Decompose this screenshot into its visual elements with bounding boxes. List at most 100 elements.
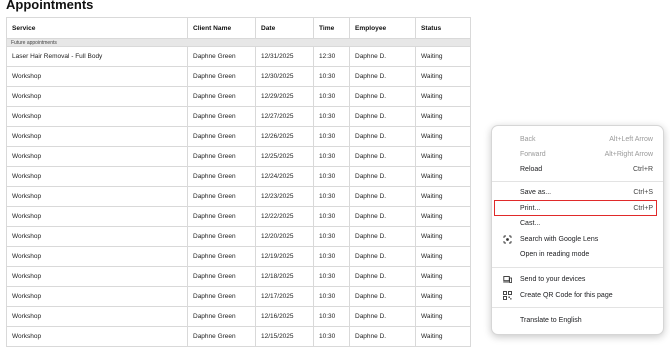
cell-time: 10:30 <box>313 186 350 207</box>
cell-employee: Daphne D. <box>349 286 416 307</box>
cell-client-name: Daphne Green <box>187 106 256 127</box>
cell-client-name: Daphne Green <box>187 86 256 107</box>
cell-employee: Daphne D. <box>349 166 416 187</box>
menu-item-search-google-lens[interactable]: Search with Google Lens <box>492 232 663 247</box>
cell-status: Waiting <box>415 266 471 287</box>
menu-item-label: Send to your devices <box>520 276 586 283</box>
cell-status: Waiting <box>415 126 471 147</box>
menu-separator <box>492 181 663 182</box>
cell-time: 10:30 <box>313 106 350 127</box>
cell-date: 12/30/2025 <box>255 66 314 87</box>
cell-client-name: Daphne Green <box>187 66 256 87</box>
cell-service: Laser Hair Removal - Full Body <box>6 46 188 67</box>
cell-date: 12/23/2025 <box>255 186 314 207</box>
table-row[interactable]: Laser Hair Removal - Full Body Daphne Gre… <box>6 46 471 67</box>
cell-time: 10:30 <box>313 126 350 147</box>
cell-employee: Daphne D. <box>349 86 416 107</box>
column-header-time[interactable]: Time <box>313 17 350 39</box>
cell-date: 12/17/2025 <box>255 286 314 307</box>
cell-status: Waiting <box>415 106 471 127</box>
menu-item-label: Translate to English <box>520 317 582 324</box>
menu-item-label: Save as... <box>520 189 552 196</box>
cell-time: 10:30 <box>313 246 350 267</box>
cell-date: 12/24/2025 <box>255 166 314 187</box>
cell-employee: Daphne D. <box>349 46 416 67</box>
page-title: Appointments <box>6 0 94 12</box>
column-header-service[interactable]: Service <box>6 17 188 39</box>
cell-date: 12/31/2025 <box>255 46 314 67</box>
table-row[interactable]: Workshop Daphne Green 12/18/2025 10:30 Daphn… <box>6 266 471 287</box>
menu-item-label: Cast... <box>520 220 541 227</box>
table-row[interactable]: Workshop Daphne Green 12/26/2025 10:30 Daphn… <box>6 126 471 147</box>
cell-employee: Daphne D. <box>349 266 416 287</box>
cell-client-name: Daphne Green <box>187 266 256 287</box>
cell-client-name: Daphne Green <box>187 126 256 147</box>
cell-client-name: Daphne Green <box>187 226 256 247</box>
menu-item-reading-mode[interactable]: Open in reading mode <box>492 247 663 262</box>
cell-status: Waiting <box>415 146 471 167</box>
table-row[interactable]: Workshop Daphne Green 12/23/2025 10:30 Daphn… <box>6 186 471 207</box>
cell-status: Waiting <box>415 86 471 107</box>
table-row[interactable]: Workshop Daphne Green 12/30/2025 10:30 Daphn… <box>6 66 471 87</box>
cell-client-name: Daphne Green <box>187 186 256 207</box>
table-row[interactable]: Workshop Daphne Green 12/20/2025 10:30 Daphn… <box>6 226 471 247</box>
menu-item-back[interactable]: Back Alt+Left Arrow <box>492 132 663 147</box>
cell-time: 10:30 <box>313 266 350 287</box>
table-row[interactable]: Workshop Daphne Green 12/29/2025 10:30 Daphn… <box>6 86 471 107</box>
cell-date: 12/27/2025 <box>255 106 314 127</box>
cell-service: Workshop <box>6 86 188 107</box>
cell-employee: Daphne D. <box>349 126 416 147</box>
cell-status: Waiting <box>415 46 471 67</box>
menu-item-save-as[interactable]: Save as... Ctrl+S <box>492 185 663 200</box>
cell-service: Workshop <box>6 166 188 187</box>
column-header-date[interactable]: Date <box>255 17 314 39</box>
table-header-row: Service Client Name Date Time Employee S… <box>6 17 471 39</box>
cell-service: Workshop <box>6 106 188 127</box>
menu-item-cast[interactable]: Cast... <box>492 216 663 231</box>
qr-code-icon <box>503 291 512 300</box>
cell-date: 12/29/2025 <box>255 86 314 107</box>
cell-employee: Daphne D. <box>349 186 416 207</box>
group-row-future: Future appointments <box>6 38 471 47</box>
cell-employee: Daphne D. <box>349 306 416 327</box>
column-header-status[interactable]: Status <box>415 17 471 39</box>
menu-item-shortcut: Alt+Left Arrow <box>609 136 653 143</box>
table-row[interactable]: Workshop Daphne Green 12/25/2025 10:30 Daphn… <box>6 146 471 167</box>
cell-status: Waiting <box>415 206 471 227</box>
cell-time: 10:30 <box>313 86 350 107</box>
cell-time: 10:30 <box>313 306 350 327</box>
cell-employee: Daphne D. <box>349 66 416 87</box>
cell-service: Workshop <box>6 206 188 227</box>
menu-separator <box>492 267 663 268</box>
column-header-employee[interactable]: Employee <box>349 17 416 39</box>
menu-item-qr-code[interactable]: Create QR Code for this page <box>492 288 663 303</box>
menu-item-label: Back <box>520 136 536 143</box>
menu-item-translate[interactable]: Translate to English <box>492 313 663 328</box>
menu-item-send-to-devices[interactable]: Send to your devices <box>492 272 663 287</box>
menu-item-label: Search with Google Lens <box>520 236 599 243</box>
menu-item-shortcut: Ctrl+R <box>632 166 653 173</box>
cell-status: Waiting <box>415 286 471 307</box>
cell-service: Workshop <box>6 266 188 287</box>
cell-employee: Daphne D. <box>349 206 416 227</box>
table-row[interactable]: Workshop Daphne Green 12/24/2025 10:30 Daphn… <box>6 166 471 187</box>
group-label: Future appointments <box>6 38 471 47</box>
menu-separator <box>492 307 663 308</box>
cell-time: 10:30 <box>313 66 350 87</box>
cell-time: 10:30 <box>313 226 350 247</box>
table-row[interactable]: Workshop Daphne Green 12/22/2025 10:30 Daphn… <box>6 206 471 227</box>
menu-item-forward[interactable]: Forward Alt+Right Arrow <box>492 147 663 162</box>
cell-service: Workshop <box>6 226 188 247</box>
table-row[interactable]: Workshop Daphne Green 12/19/2025 10:30 Daphn… <box>6 246 471 267</box>
laptop-phone-icon <box>503 275 512 284</box>
cell-time: 10:30 <box>313 166 350 187</box>
table-row[interactable]: Workshop Daphne Green 12/27/2025 10:30 Daphn… <box>6 106 471 127</box>
cell-service: Workshop <box>6 146 188 167</box>
table-row[interactable]: Workshop Daphne Green 12/17/2025 10:30 Daphn… <box>6 286 471 307</box>
cell-client-name: Daphne Green <box>187 166 256 187</box>
cell-client-name: Daphne Green <box>187 46 256 67</box>
column-header-client-name[interactable]: Client Name <box>187 17 256 39</box>
table-row[interactable]: Workshop Daphne Green 12/16/2025 10:30 Daphn… <box>6 306 471 327</box>
menu-item-reload[interactable]: Reload Ctrl+R <box>492 162 663 177</box>
cell-service: Workshop <box>6 66 188 87</box>
